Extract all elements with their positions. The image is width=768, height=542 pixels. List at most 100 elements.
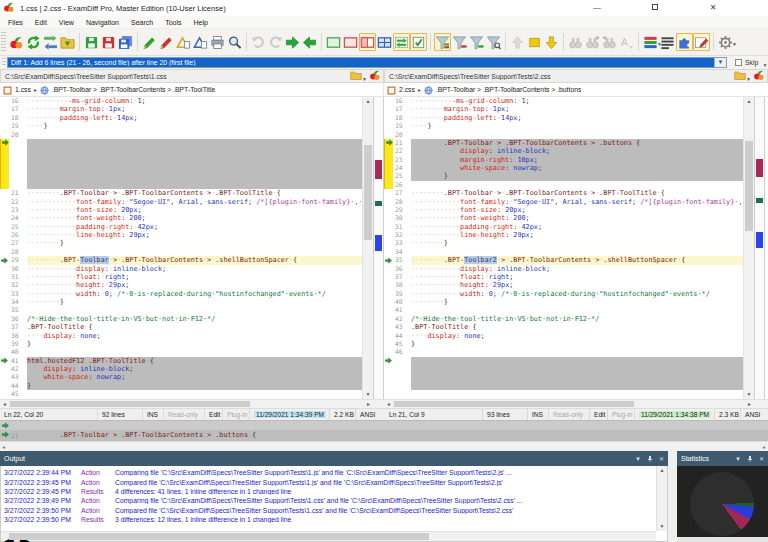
match-case-icon[interactable]: A — [618, 33, 635, 51]
code-line[interactable]: 16··········-ms-grid-column:·1; — [384, 97, 743, 105]
show-checkboxes-icon[interactable] — [410, 33, 427, 51]
second-pane-vscrollbar[interactable]: ▲▼ — [743, 97, 754, 399]
code-line[interactable]: 37············float:·right; — [384, 273, 743, 281]
output-vscrollbar[interactable]: ▲▼ — [656, 466, 667, 531]
code-line[interactable]: 26············line-height:·29px; — [0, 231, 362, 239]
first-pane-vscrollbar[interactable]: ▲▼ — [362, 97, 373, 399]
filter-all-icon[interactable] — [434, 33, 451, 51]
code-line[interactable]: 23············font-size:·20px; — [0, 206, 362, 214]
first-diff-map[interactable] — [373, 97, 384, 399]
code-line[interactable]: 22············font-family:·"Segoe·UI",·A… — [0, 198, 362, 206]
open-files-icon[interactable] — [59, 33, 76, 51]
code-line[interactable]: 43.BPT-ToolTitle·{ — [384, 323, 743, 331]
code-line[interactable]: 44} — [0, 382, 362, 390]
prev-diff-up-icon[interactable] — [509, 33, 526, 51]
menu-files[interactable]: Files — [2, 19, 29, 26]
second-file-pane[interactable]: 16··········-ms-grid-column:·1;17·······… — [384, 97, 754, 399]
code-line[interactable]: 41 — [384, 306, 743, 314]
sync-scrolling-icon[interactable] — [393, 33, 410, 51]
code-line[interactable]: 27········} — [0, 239, 362, 247]
chevron-down-icon[interactable]: ▼ — [635, 456, 641, 462]
code-line[interactable]: 27········.BPT-Toolbar·>·.BPT-ToolbarCon… — [384, 189, 743, 197]
code-line[interactable]: 46 — [384, 348, 743, 356]
menu-tools[interactable]: Tools — [159, 19, 187, 26]
diff-placeholder-row[interactable] — [0, 156, 362, 164]
code-line[interactable]: 43····white-space:·nowrap; — [0, 373, 362, 381]
code-line[interactable]: 36············display:·inline-block; — [384, 265, 743, 273]
menu-view[interactable]: View — [53, 19, 80, 26]
code-line[interactable]: 42····display:·inline-block; — [0, 365, 362, 373]
next-difference-icon[interactable] — [284, 33, 301, 51]
find-prev-icon[interactable] — [601, 33, 618, 51]
code-line[interactable]: 34 — [384, 248, 743, 256]
recompare-icon[interactable] — [25, 33, 42, 51]
panel-splitter[interactable] — [668, 451, 677, 466]
code-line[interactable]: 17········margin-top:·1px; — [384, 105, 743, 113]
code-line[interactable]: 19····} — [384, 122, 743, 130]
code-line[interactable]: 33········} — [384, 239, 743, 247]
code-line[interactable]: 32············line-height:·29px; — [384, 231, 743, 239]
maximize-button[interactable] — [626, 0, 684, 16]
undo-icon[interactable] — [250, 33, 267, 51]
code-line[interactable]: 25········} — [384, 172, 743, 180]
breadcrumb-file[interactable]: 2.css — [399, 86, 415, 93]
menu-navigation[interactable]: Navigation — [80, 19, 125, 26]
code-line[interactable]: 25············padding-right:·42px; — [0, 223, 362, 231]
close-icon[interactable]: ✕ — [659, 455, 664, 462]
diff-placeholder-row[interactable] — [0, 164, 362, 172]
output-log-row[interactable]: 3/27/2022 2:39:49 PMActionComparing file… — [1, 496, 655, 505]
code-line[interactable]: 32············height:·29px; — [0, 281, 362, 289]
save-both-icon[interactable] — [117, 33, 134, 51]
code-line[interactable]: 31············padding-right:·42px; — [384, 223, 743, 231]
output-log-row[interactable]: 3/27/2022 2:39:44 PMActionComparing file… — [1, 468, 655, 477]
code-line[interactable]: 35········.BPT-Toolbar2·>·.BPT-ToolbarCo… — [384, 256, 743, 264]
snapshot-first-icon[interactable] — [175, 33, 192, 51]
editor-options-icon[interactable] — [693, 33, 710, 51]
print-icon[interactable] — [209, 33, 226, 51]
line-display-icon[interactable] — [659, 33, 676, 51]
filter-deleted-icon[interactable] — [451, 33, 468, 51]
menu-search[interactable]: Search — [125, 19, 159, 26]
search-icon[interactable] — [226, 33, 243, 51]
panel-splitter[interactable] — [668, 466, 677, 542]
skip-checkbox[interactable] — [735, 59, 742, 66]
diff-placeholder-row[interactable] — [384, 365, 743, 373]
code-line[interactable]: 20 — [384, 131, 743, 139]
code-line[interactable]: 22············display:·inline-block; — [384, 147, 743, 155]
diff-placeholder-row[interactable] — [0, 172, 362, 180]
output-log-row[interactable]: 3/27/2022 2:39:45 PMResults4 differences… — [1, 487, 655, 496]
swap-files-icon[interactable] — [42, 33, 59, 51]
save-second-icon[interactable] — [100, 33, 117, 51]
code-line[interactable]: 20 — [0, 131, 362, 139]
code-line[interactable]: 37.BPT-ToolTitle·{ — [0, 323, 362, 331]
close-icon[interactable]: ✕ — [759, 455, 764, 462]
code-line[interactable] — [384, 390, 743, 398]
code-line[interactable]: 28············font-family:·"Segoe·UI",·A… — [384, 198, 743, 206]
menu-edit[interactable]: Edit — [29, 19, 53, 26]
code-line[interactable]: 35 — [0, 306, 362, 314]
diff-map-mark[interactable] — [756, 198, 763, 203]
edit-second-icon[interactable] — [158, 33, 175, 51]
code-line[interactable]: 38····display:·none; — [0, 332, 362, 340]
show-split-icon[interactable] — [359, 33, 376, 51]
code-line[interactable]: 45 — [0, 390, 362, 398]
plugins-icon[interactable] — [676, 33, 693, 51]
close-button[interactable]: ✕ — [684, 0, 742, 16]
code-line[interactable]: 16··········-ms-grid-column:·1; — [0, 97, 362, 105]
diff-placeholder-row[interactable] — [0, 181, 362, 189]
output-log-row[interactable]: 3/27/2022 2:39:50 PMActionCompared file … — [1, 506, 655, 515]
code-line[interactable]: 39············width:·0;·/*·0·is·replaced… — [384, 290, 743, 298]
snapshot-second-icon[interactable] — [192, 33, 209, 51]
filter-search-icon[interactable] — [485, 33, 502, 51]
redo-icon[interactable] — [267, 33, 284, 51]
code-line[interactable]: 29········.BPT-Toolbar·>·.BPT-ToolbarCon… — [0, 256, 362, 264]
code-line[interactable]: 45} — [384, 340, 743, 348]
show-grid-icon[interactable] — [376, 33, 393, 51]
breadcrumb-path[interactable]: .BPT-Toolbar > .BPT-ToolbarContents > .b… — [436, 86, 581, 93]
code-line[interactable]: 17········margin-top:·1px; — [0, 105, 362, 113]
code-line[interactable]: 39} — [0, 340, 362, 348]
output-log-row[interactable]: 3/27/2022 2:39:50 PMResults3 differences… — [1, 515, 655, 524]
diff-placeholder-row[interactable] — [0, 139, 362, 147]
diff-map-mark[interactable] — [375, 235, 382, 251]
code-line[interactable]: 18········padding-left:·14px; — [384, 114, 743, 122]
